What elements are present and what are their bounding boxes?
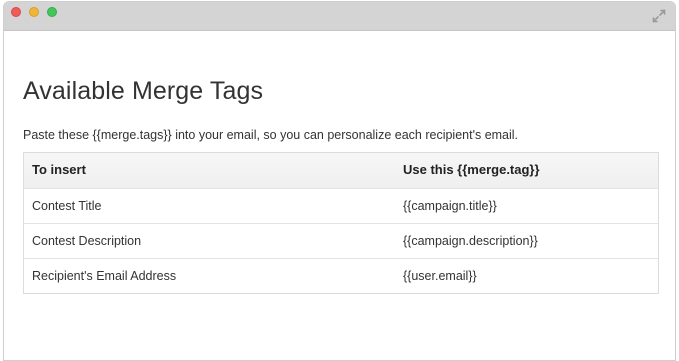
row-label: Recipient's Email Address (32, 269, 177, 283)
minimize-window-button[interactable] (29, 7, 39, 17)
browser-window: Available Merge Tags Paste these {{merge… (3, 1, 676, 361)
close-window-button[interactable] (11, 7, 21, 17)
row-merge-tag[interactable]: {{campaign.description}} (403, 224, 538, 258)
maximize-window-button[interactable] (47, 7, 57, 17)
table-row: Recipient's Email Address {{user.email}} (24, 258, 658, 293)
row-merge-tag[interactable]: {{campaign.title}} (403, 189, 497, 223)
row-label: Contest Title (32, 199, 102, 213)
row-merge-tag[interactable]: {{user.email}} (403, 259, 477, 293)
page-subtitle: Paste these {{merge.tags}} into your ema… (23, 128, 519, 142)
column-header-merge-tag: Use this {{merge.tag}} (403, 162, 540, 177)
table-row: Contest Title {{campaign.title}} (24, 188, 658, 223)
column-header-to-insert: To insert (32, 162, 86, 177)
expand-arrows-icon[interactable] (652, 9, 666, 23)
page-title: Available Merge Tags (23, 77, 264, 105)
merge-tags-table: To insert Use this {{merge.tag}} Contest… (23, 152, 659, 294)
table-header-row: To insert Use this {{merge.tag}} (24, 153, 658, 188)
main-content: Available Merge Tags Paste these {{merge… (23, 76, 659, 294)
window-titlebar (4, 2, 675, 31)
row-label: Contest Description (32, 234, 142, 248)
table-row: Contest Description {{campaign.descripti… (24, 223, 658, 258)
